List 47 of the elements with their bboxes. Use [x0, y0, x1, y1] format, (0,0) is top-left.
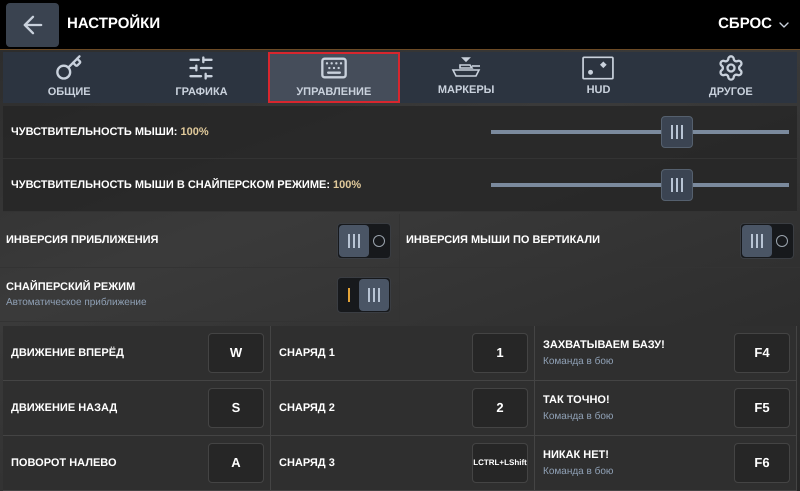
- slider[interactable]: [491, 168, 789, 202]
- toggle-label: ИНВЕРСИЯ ПРИБЛИЖЕНИЯ: [6, 233, 158, 248]
- key-binding-button[interactable]: F6: [734, 443, 790, 483]
- key-binding-button[interactable]: W: [208, 333, 264, 373]
- slider-thumb[interactable]: [661, 116, 694, 148]
- settings-tab[interactable]: ОБЩИЕ: [3, 52, 136, 103]
- screen-icon: [582, 56, 614, 80]
- key-binding-button[interactable]: F5: [734, 388, 790, 428]
- slider-label: ЧУВСТВИТЕЛЬНОСТЬ МЫШИ В СНАЙПЕРСКОМ РЕЖИМЕ: 100%: [11, 177, 362, 193]
- key-binding-button[interactable]: A: [208, 443, 264, 483]
- action-label: ДВИЖЕНИЕ ВПЕРЁД: [11, 346, 124, 361]
- settings-icon: [716, 54, 745, 82]
- sliders-icon: [187, 54, 216, 82]
- slider-thumb[interactable]: [661, 169, 694, 201]
- key-icon: [55, 54, 84, 82]
- action-label: СНАРЯД 1: [279, 346, 335, 361]
- action-label: НИКАК НЕТ!: [543, 448, 610, 464]
- toggle-label: ИНВЕРСИЯ МЫШИ ПО ВЕРТИКАЛИ: [406, 233, 600, 248]
- key-binding-button[interactable]: LCTRL+LShift: [472, 443, 528, 483]
- key-binding-button[interactable]: 1: [472, 333, 528, 373]
- key-binding-button[interactable]: S: [208, 388, 264, 428]
- action-label: СНАРЯД 3: [279, 456, 335, 471]
- action-hint: Команда в бою: [543, 464, 614, 479]
- toggle-switch[interactable]: [337, 222, 391, 258]
- key-binding-button[interactable]: 2: [472, 388, 528, 428]
- action-hint: Команда в бою: [543, 354, 614, 369]
- action-label: СНАРЯД 2: [279, 400, 335, 416]
- page-title: НАСТРОЙКИ: [67, 13, 160, 34]
- back-button[interactable]: [6, 2, 59, 46]
- toggle-switch[interactable]: [740, 222, 794, 258]
- action-label: ТАК ТОЧНО!: [543, 393, 611, 408]
- toggle-hint: Автоматическое приближение: [6, 296, 147, 310]
- slider-label: ЧУВСТВИТЕЛЬНОСТЬ МЫШИ: 100%: [11, 124, 209, 140]
- settings-tab[interactable]: ДРУГОЕ: [664, 52, 797, 103]
- action-label: ДВИЖЕНИЕ НАЗАД: [11, 400, 118, 416]
- key-binding-button[interactable]: F4: [734, 333, 790, 373]
- settings-tab[interactable]: ГРАФИКА: [135, 52, 268, 103]
- action-label: ЗАХВАТЫВАЕМ БАЗУ!: [543, 338, 665, 354]
- action-hint: Команда в бою: [543, 410, 614, 424]
- slider[interactable]: [491, 115, 789, 149]
- settings-tab[interactable]: УПРАВЛЕНИЕ: [268, 52, 400, 103]
- toggle-switch[interactable]: [337, 276, 391, 312]
- action-label: ПОВОРОТ НАЛЕВО: [11, 456, 117, 471]
- settings-tab[interactable]: HUD: [532, 52, 665, 103]
- reset-button[interactable]: СБРОС: [718, 13, 794, 36]
- settings-tab[interactable]: МАРКЕРЫ: [400, 52, 532, 103]
- toggle-label: СНАЙПЕРСКИЙ РЕЖИМ: [6, 279, 136, 295]
